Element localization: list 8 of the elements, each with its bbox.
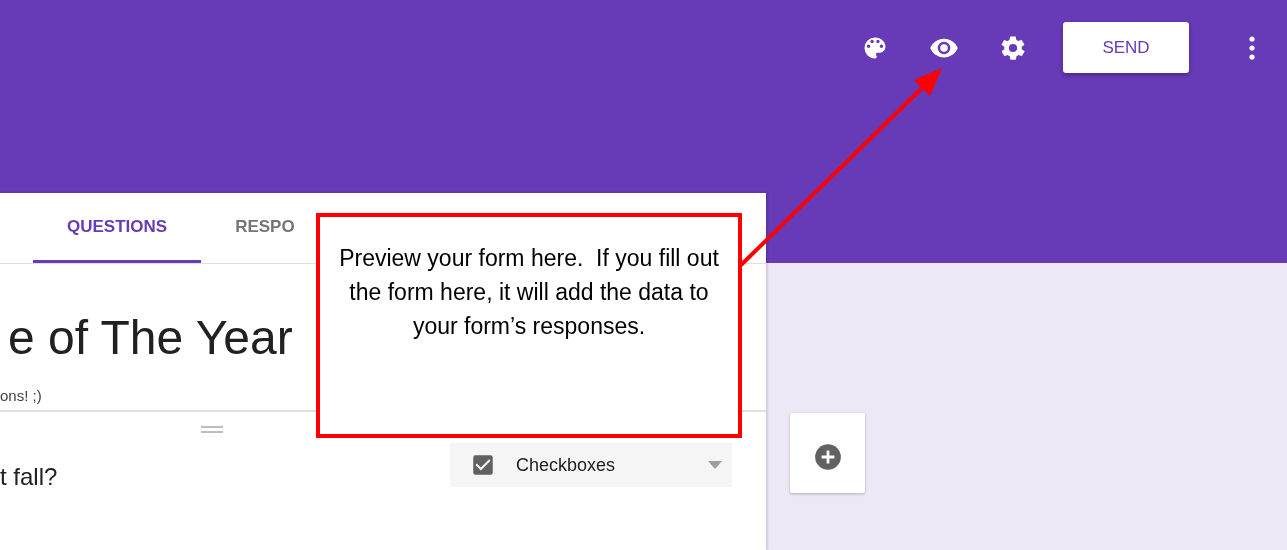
- question-title[interactable]: t fall?: [0, 463, 58, 491]
- question-type-dropdown[interactable]: Checkboxes: [450, 443, 732, 487]
- callout-text: Preview your form here. If you fill out the form here, it will add the data to your form’s responses.: [339, 244, 719, 341]
- tab[interactable]: RESPO: [201, 193, 295, 263]
- form-description[interactable]: ons! ;): [0, 387, 42, 404]
- form-title[interactable]: e of The Year: [8, 310, 293, 365]
- send-button[interactable]: SEND: [1063, 22, 1189, 73]
- tab[interactable]: QUESTIONS: [33, 193, 202, 263]
